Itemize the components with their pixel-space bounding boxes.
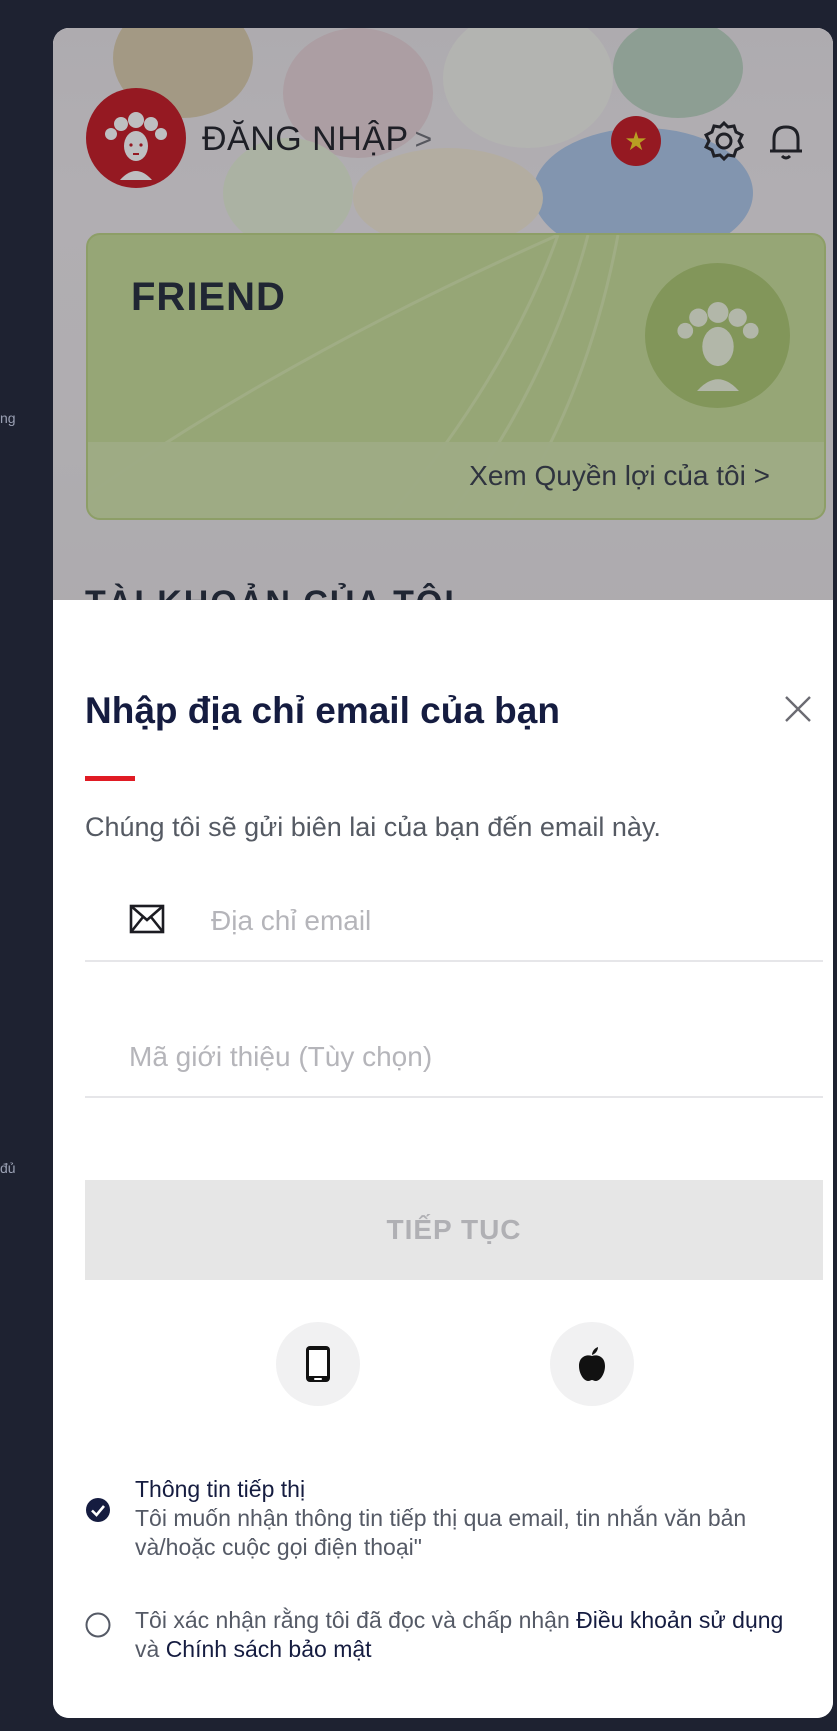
- email-input[interactable]: [209, 900, 773, 942]
- edge-text-1: ng: [0, 410, 16, 426]
- sheet-subtitle: Chúng tôi sẽ gửi biên lai của bạn đến em…: [85, 812, 661, 842]
- unchecked-circle-icon[interactable]: [85, 1612, 111, 1638]
- marketing-consent[interactable]: Thông tin tiếp thị Tôi muốn nhận thông t…: [85, 1475, 823, 1565]
- title-accent: [85, 776, 135, 781]
- close-button[interactable]: [775, 686, 821, 732]
- referral-code-input[interactable]: [127, 1036, 691, 1078]
- terms-joiner: và: [135, 1636, 166, 1662]
- continue-button[interactable]: TIẾP TỤC: [85, 1180, 823, 1280]
- marketing-body: Tôi muốn nhận thông tin tiếp thị qua ema…: [135, 1505, 747, 1560]
- phone-screen: ĐĂNG NHẬP > ★ FRIEND Xem Quyền lợi của t…: [53, 28, 833, 1718]
- account-background: ĐĂNG NHẬP > ★ FRIEND Xem Quyền lợi của t…: [53, 28, 833, 628]
- privacy-policy-link[interactable]: Chính sách bảo mật: [166, 1636, 372, 1662]
- terms-text: Tôi xác nhận rằng tôi đã đọc và chấp nhậ…: [135, 1606, 811, 1664]
- marketing-heading: Thông tin tiếp thị: [135, 1476, 306, 1502]
- modal-overlay[interactable]: [53, 28, 833, 628]
- apple-login-button[interactable]: [550, 1322, 634, 1406]
- terms-prefix: Tôi xác nhận rằng tôi đã đọc và chấp nhậ…: [135, 1607, 577, 1633]
- edge-text-2: đủ: [0, 1160, 16, 1176]
- phone-icon: [306, 1346, 330, 1382]
- email-field: [85, 880, 823, 962]
- email-bottom-sheet: Nhập địa chỉ email của bạn Chúng tôi sẽ …: [53, 600, 833, 1718]
- close-icon: [785, 696, 811, 722]
- referral-field: [85, 1016, 823, 1098]
- mail-icon: [129, 904, 165, 934]
- terms-of-use-link[interactable]: Điều khoản sử dụng: [576, 1607, 783, 1633]
- sheet-title: Nhập địa chỉ email của bạn: [85, 690, 560, 731]
- terms-consent[interactable]: Tôi xác nhận rằng tôi đã đọc và chấp nhậ…: [85, 1606, 823, 1676]
- checked-circle-icon[interactable]: [85, 1497, 111, 1523]
- apple-icon: [579, 1347, 605, 1381]
- marketing-text: Thông tin tiếp thị Tôi muốn nhận thông t…: [135, 1475, 811, 1562]
- phone-login-button[interactable]: [276, 1322, 360, 1406]
